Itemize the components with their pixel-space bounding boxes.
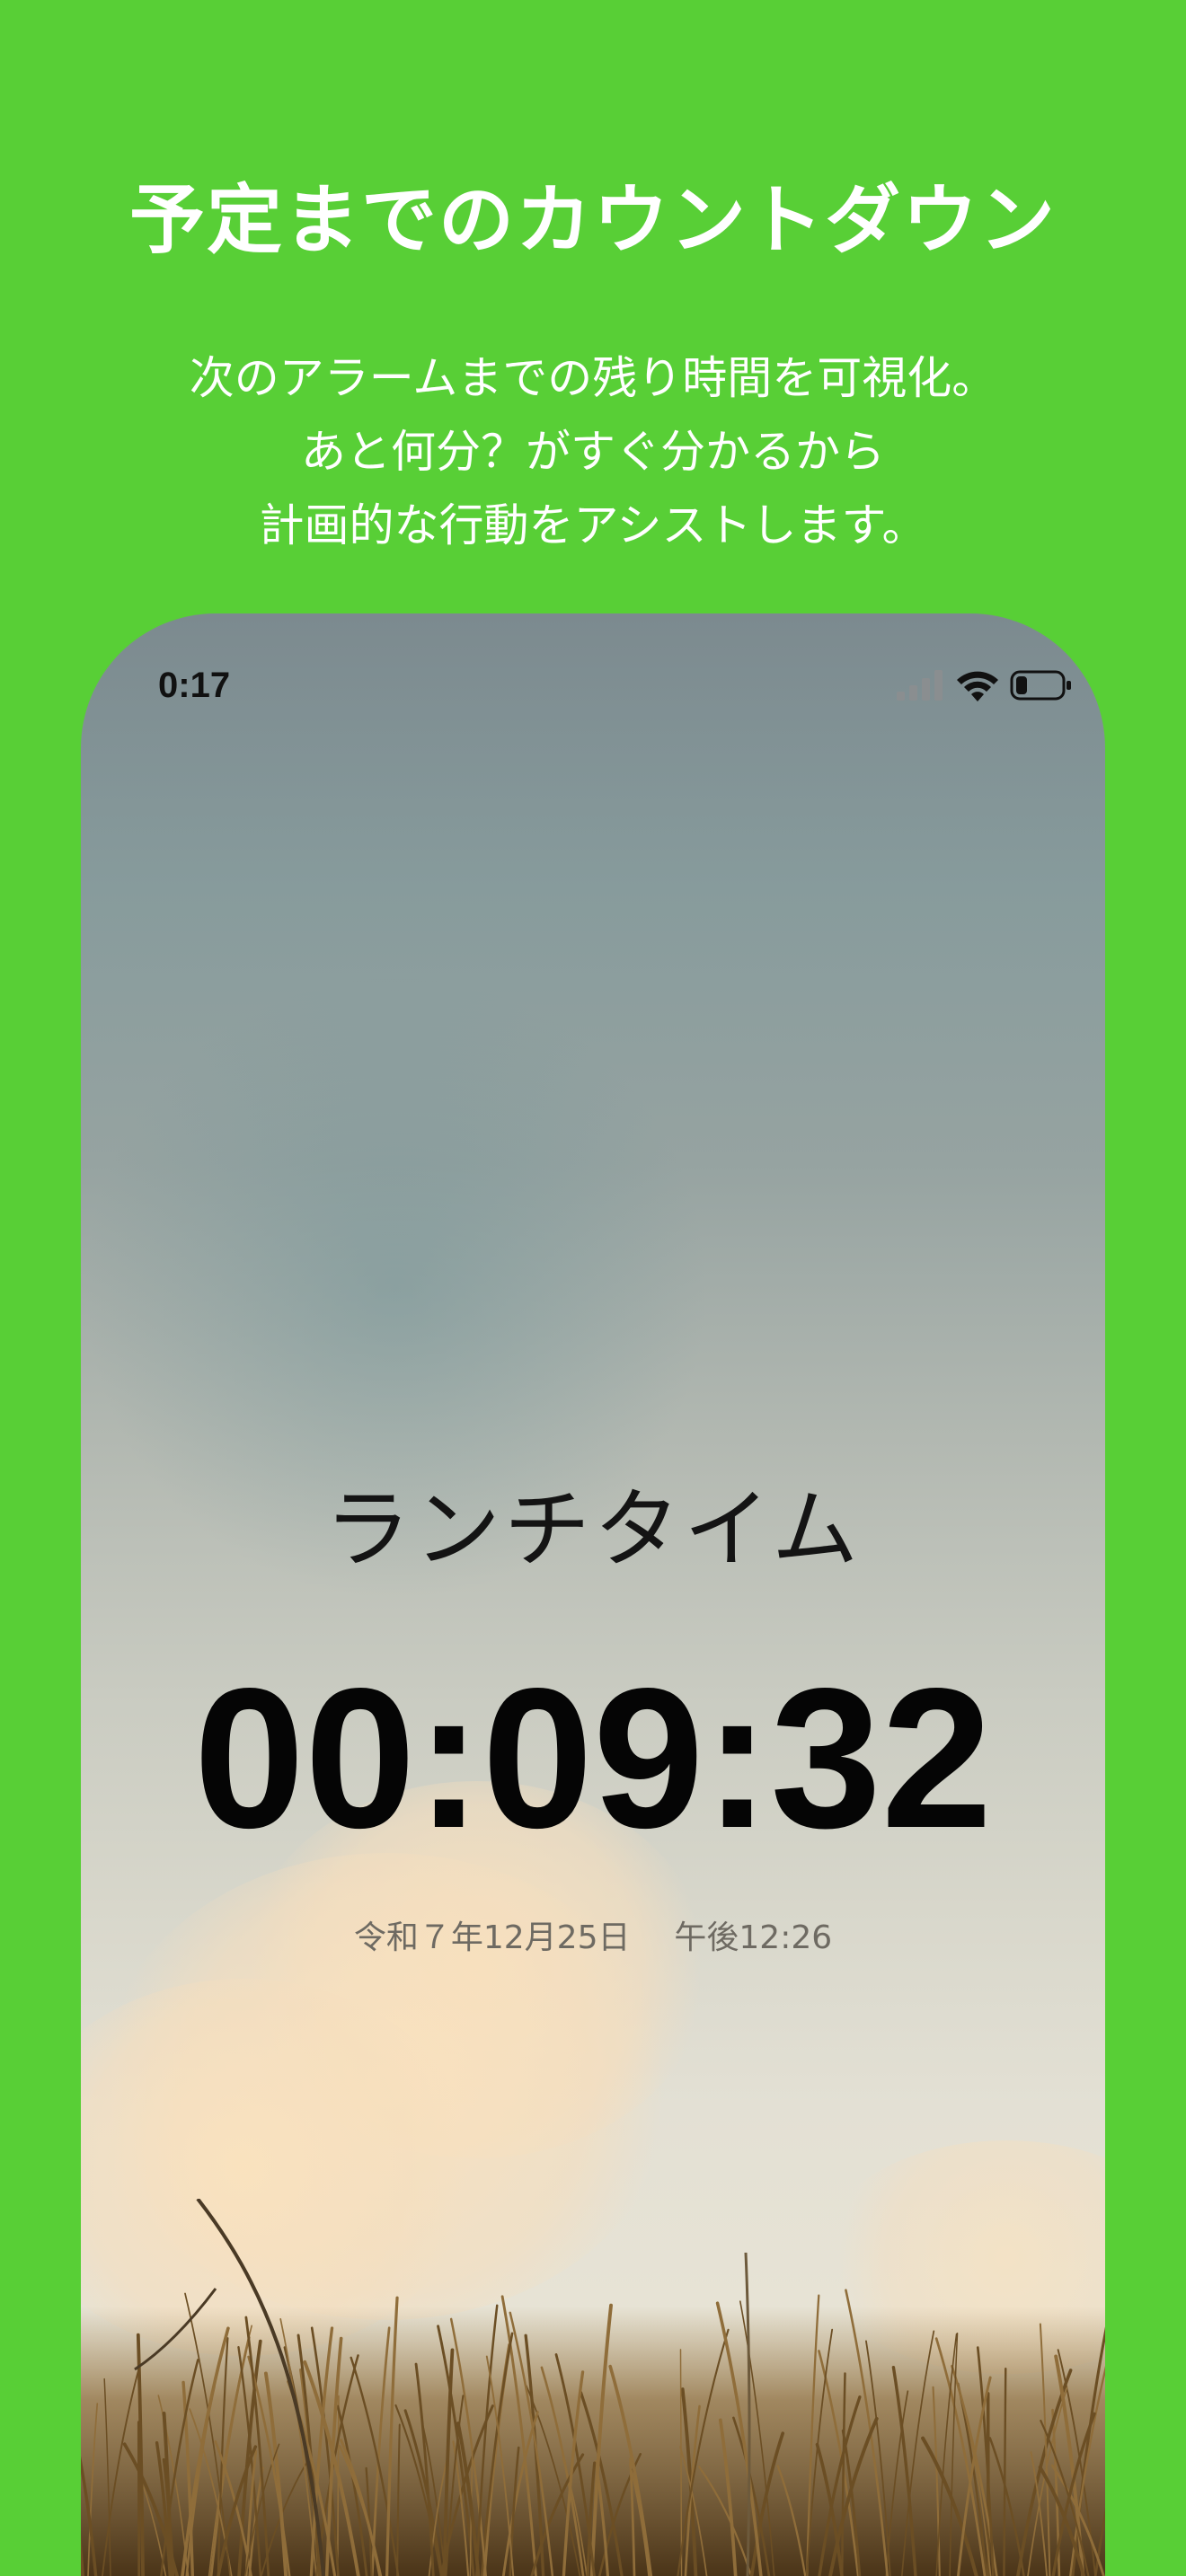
grass-field (81, 2199, 1105, 2576)
status-bar: 0:17 (81, 613, 1105, 739)
promo-description-line-2: あと何分？がすぐ分かるから (301, 426, 885, 478)
countdown-timer: 00:09:32 (193, 1647, 993, 1870)
promo-description-line-1: 次のアラームまでの残り時間を可視化。 (189, 352, 997, 404)
target-datetime: 令和７年12月25日 午後12:26 (81, 1916, 1105, 1961)
wifi-icon (956, 669, 999, 705)
target-date: 令和７年12月25日 (353, 1919, 631, 1956)
promo-description-line-3: 計画的な行動をアシストします。 (259, 499, 927, 551)
status-icons (897, 669, 1073, 705)
signal-icon (897, 670, 945, 704)
battery-icon (1010, 669, 1073, 705)
phone-screen: 0:17 ランチタイム 00:09:32 令和７年12月25日 午後12:26 (81, 613, 1105, 2576)
event-title: ランチタイム (323, 1479, 863, 1580)
target-time: 午後12:26 (674, 1919, 833, 1956)
status-time: 0:17 (158, 666, 231, 705)
grass-blade (679, 2349, 683, 2576)
promo-title: 予定までのカウントダウン (128, 176, 1057, 264)
promo-description: 次のアラームまでの残り時間を可視化。 あと何分？がすぐ分かるから 計画的な行動を… (0, 341, 1186, 562)
